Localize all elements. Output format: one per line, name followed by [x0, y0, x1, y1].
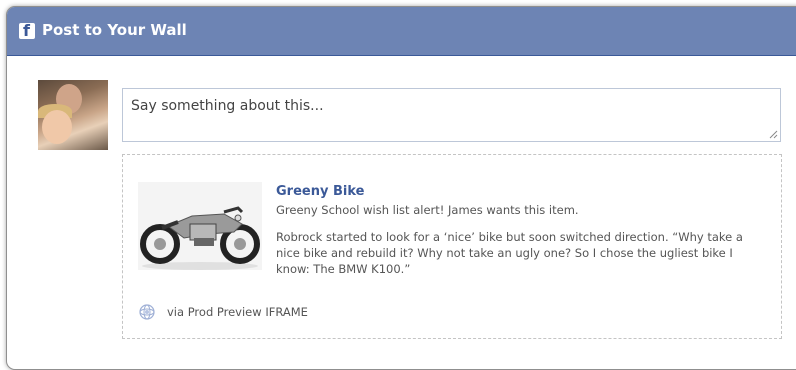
dialog-title: Post to Your Wall — [42, 21, 187, 39]
dialog-frame: f Post to Your Wall Say something about … — [6, 6, 796, 370]
avatar-child-face — [42, 110, 72, 144]
post-to-wall-dialog: f Post to Your Wall Say something about … — [0, 0, 796, 370]
resize-grip-icon[interactable] — [769, 130, 778, 139]
attachment-description: Robrock started to look for a ‘nice’ bik… — [276, 230, 743, 276]
via-app-label[interactable]: via Prod Preview IFRAME — [167, 305, 308, 319]
attachment-preview: Greeny Bike Greeny School wish list aler… — [122, 154, 782, 339]
avatar — [38, 80, 108, 150]
motorcycle-image — [138, 182, 262, 270]
dialog-titlebar: f Post to Your Wall — [7, 7, 796, 56]
app-gear-icon — [139, 304, 155, 320]
message-input[interactable]: Say something about this... — [122, 88, 781, 142]
attachment-title-link[interactable]: Greeny Bike — [276, 184, 364, 199]
message-placeholder: Say something about this... — [131, 98, 324, 114]
facebook-icon: f — [19, 21, 35, 40]
attachment-thumbnail[interactable] — [138, 182, 262, 270]
attachment-caption: Greeny School wish list alert! James wan… — [276, 203, 579, 217]
